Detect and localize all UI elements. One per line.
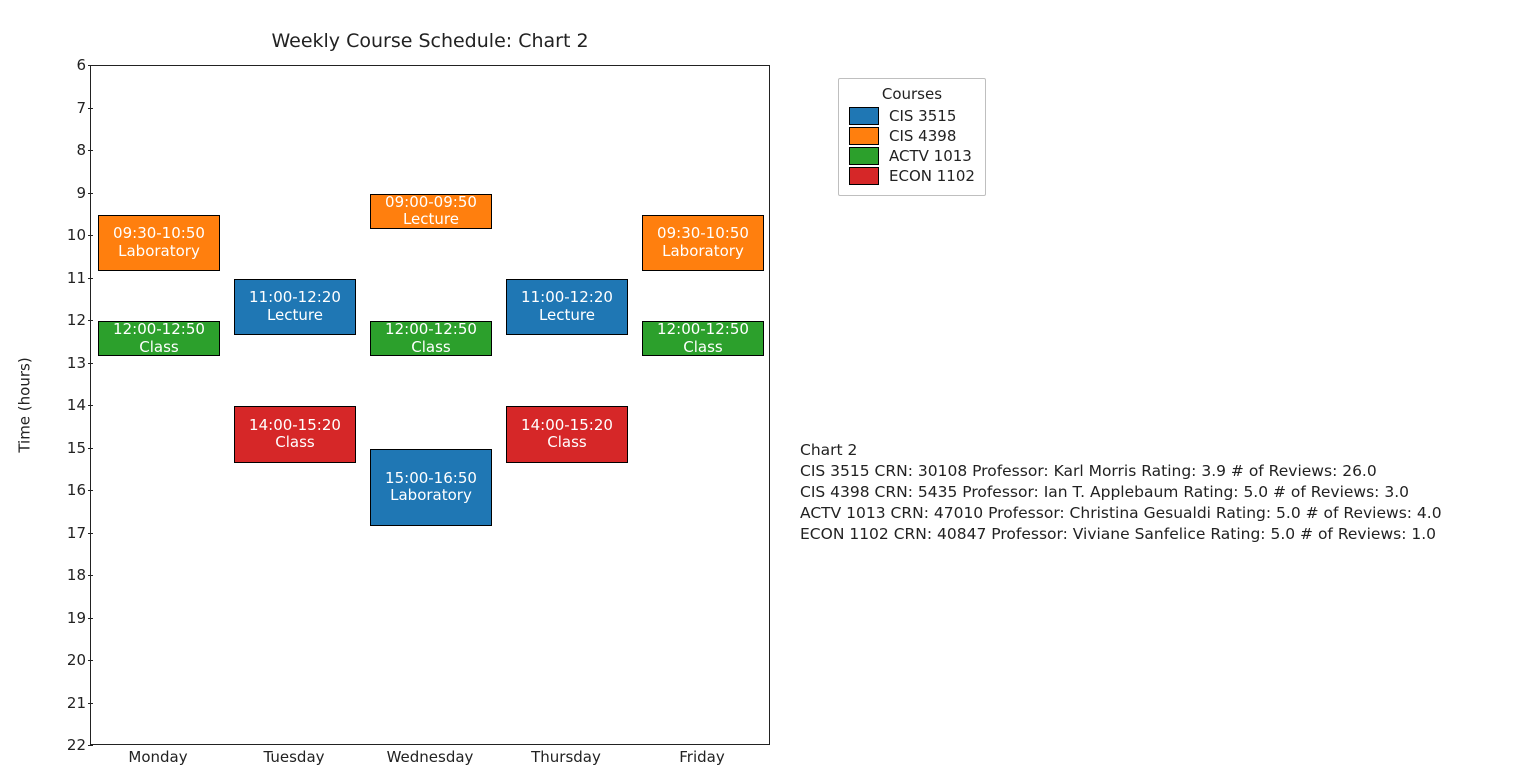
course-block-type: Lecture [539, 307, 595, 325]
course-block: 11:00-12:20Lecture [234, 279, 356, 336]
y-tick: 6 [54, 56, 86, 74]
course-block: 14:00-15:20Class [234, 406, 356, 463]
x-tick-day: Wednesday [362, 748, 498, 766]
course-block-type: Lecture [403, 211, 459, 229]
y-tick: 20 [54, 651, 86, 669]
course-block-type: Lecture [267, 307, 323, 325]
legend-label: ACTV 1013 [889, 147, 972, 165]
legend-label: ECON 1102 [889, 167, 975, 185]
course-block-time: 09:00-09:50 [385, 194, 477, 212]
course-block-type: Class [547, 434, 586, 452]
y-tick: 7 [54, 99, 86, 117]
y-tick: 16 [54, 481, 86, 499]
course-block: 09:30-10:50Laboratory [98, 215, 220, 272]
course-block-type: Class [139, 339, 178, 357]
course-block: 12:00-12:50Class [370, 321, 492, 356]
info-heading: Chart 2 [800, 440, 1442, 461]
legend-rows-container: CIS 3515 CIS 4398 ACTV 1013 ECON 1102 [849, 107, 975, 185]
legend-row: CIS 3515 [849, 107, 975, 125]
course-block: 09:00-09:50Lecture [370, 194, 492, 229]
course-block-type: Laboratory [662, 243, 744, 261]
y-tick: 14 [54, 396, 86, 414]
x-tick-day: Tuesday [226, 748, 362, 766]
chart-legend: Courses CIS 3515 CIS 4398 ACTV 1013 ECON 11… [838, 78, 986, 196]
y-tick: 13 [54, 354, 86, 372]
course-block-time: 14:00-15:20 [249, 417, 341, 435]
y-tick: 11 [54, 269, 86, 287]
course-block-time: 09:30-10:50 [657, 225, 749, 243]
y-axis-label-text: Time (hours) [16, 357, 34, 452]
y-tick: 21 [54, 694, 86, 712]
course-block: 14:00-15:20Class [506, 406, 628, 463]
x-tick-day: Friday [634, 748, 770, 766]
info-line: CIS 3515 CRN: 30108 Professor: Karl Morr… [800, 461, 1442, 482]
legend-title: Courses [849, 85, 975, 103]
info-line: ECON 1102 CRN: 40847 Professor: Viviane … [800, 524, 1442, 545]
y-tick: 17 [54, 524, 86, 542]
chart-title: Weekly Course Schedule: Chart 2 [90, 30, 770, 52]
legend-swatch [849, 167, 879, 185]
y-tick: 12 [54, 311, 86, 329]
x-tick-day: Thursday [498, 748, 634, 766]
course-block-time: 11:00-12:20 [249, 289, 341, 307]
y-tick: 22 [54, 736, 86, 754]
y-axis-label: Time (hours) [15, 65, 35, 745]
legend-row: CIS 4398 [849, 127, 975, 145]
legend-row: ACTV 1013 [849, 147, 975, 165]
y-tick: 19 [54, 609, 86, 627]
course-block-time: 12:00-12:50 [657, 321, 749, 339]
course-block-time: 12:00-12:50 [385, 321, 477, 339]
legend-label: CIS 4398 [889, 127, 956, 145]
course-block-type: Laboratory [390, 487, 472, 505]
course-block-type: Class [275, 434, 314, 452]
legend-row: ECON 1102 [849, 167, 975, 185]
course-block-time: 14:00-15:20 [521, 417, 613, 435]
x-tick-day: Monday [90, 748, 226, 766]
legend-label: CIS 3515 [889, 107, 956, 125]
info-line: ACTV 1013 CRN: 47010 Professor: Christin… [800, 503, 1442, 524]
course-block-type: Class [411, 339, 450, 357]
chart-plot-area: 09:30-10:50Laboratory12:00-12:50Class11:… [90, 65, 770, 745]
course-block-type: Laboratory [118, 243, 200, 261]
course-block-time: 12:00-12:50 [113, 321, 205, 339]
info-panel: Chart 2 CIS 3515 CRN: 30108 Professor: K… [800, 440, 1442, 545]
y-tick: 8 [54, 141, 86, 159]
y-tick: 10 [54, 226, 86, 244]
course-block-time: 11:00-12:20 [521, 289, 613, 307]
course-block-time: 15:00-16:50 [385, 470, 477, 488]
course-block-type: Class [683, 339, 722, 357]
legend-swatch [849, 127, 879, 145]
info-line: CIS 4398 CRN: 5435 Professor: Ian T. App… [800, 482, 1442, 503]
course-block: 12:00-12:50Class [98, 321, 220, 356]
y-tick: 9 [54, 184, 86, 202]
info-lines-container: CIS 3515 CRN: 30108 Professor: Karl Morr… [800, 461, 1442, 545]
course-block: 11:00-12:20Lecture [506, 279, 628, 336]
course-block: 12:00-12:50Class [642, 321, 764, 356]
y-tick: 18 [54, 566, 86, 584]
legend-swatch [849, 107, 879, 125]
course-block: 15:00-16:50Laboratory [370, 449, 492, 527]
legend-swatch [849, 147, 879, 165]
course-block: 09:30-10:50Laboratory [642, 215, 764, 272]
page-root: Weekly Course Schedule: Chart 2 Time (ho… [0, 0, 1522, 780]
y-tick: 15 [54, 439, 86, 457]
course-block-time: 09:30-10:50 [113, 225, 205, 243]
